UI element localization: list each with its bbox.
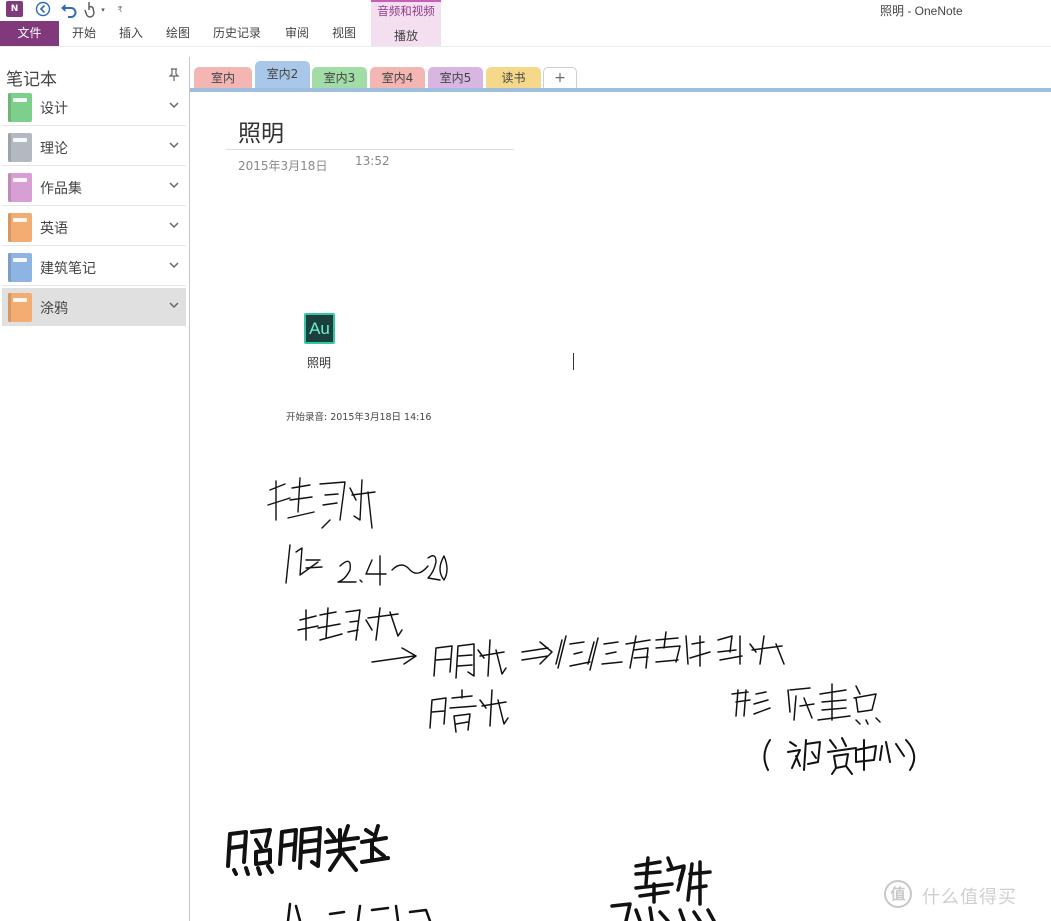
chevron-down-icon[interactable] [169, 301, 179, 309]
ink-stroke-group-8 [763, 737, 916, 775]
chevron-down-icon[interactable] [169, 221, 179, 229]
tab-home[interactable]: 开始 [72, 21, 96, 46]
page-color-band [190, 88, 1051, 92]
pin-icon[interactable] [168, 67, 180, 81]
notebook-item-theory[interactable]: 理论 [2, 128, 186, 166]
notebook-label: 英语 [40, 221, 68, 237]
chevron-down-icon[interactable] [169, 101, 179, 109]
watermark: 值 什么值得买 [884, 878, 1044, 912]
title-underline [226, 149, 514, 150]
tab-file[interactable]: 文件 [0, 21, 59, 46]
ink-stroke-group-11 [286, 902, 432, 921]
notebook-label: 作品集 [40, 181, 82, 197]
tab-play[interactable]: 播放 [371, 27, 441, 44]
notebook-icon [8, 173, 32, 202]
notebook-item-english[interactable]: 英语 [2, 208, 186, 246]
page-title[interactable]: 照明 [238, 114, 284, 148]
ribbon-tabs: 文件 开始 插入 绘图 历史记录 审阅 视图 [0, 21, 371, 46]
notebook-icon [8, 213, 32, 242]
notebook-item-doodle[interactable]: 涂鸦 [2, 288, 186, 326]
ink-stroke-group-6 [429, 689, 509, 733]
touch-dropdown-icon[interactable]: ▾ [99, 1, 107, 18]
ink-stroke-group-7 [731, 683, 881, 725]
audio-file-icon[interactable]: Au [304, 313, 335, 344]
chevron-down-icon[interactable] [169, 261, 179, 269]
recording-start-label: 开始录音: 2015年3月18日 14:16 [286, 412, 432, 423]
notebook-icon [8, 133, 32, 162]
chevron-down-icon[interactable] [169, 141, 179, 149]
ink-stroke-group-9 [226, 824, 390, 876]
notebook-label: 建筑笔记 [40, 261, 96, 277]
ribbon-divider [0, 46, 1051, 47]
add-section-button[interactable]: + [543, 67, 577, 89]
notebook-label: 涂鸦 [40, 301, 68, 317]
notebook-icon [8, 253, 32, 282]
notebook-item-design[interactable]: 设计 [2, 88, 186, 126]
ink-stroke-group-10 [610, 856, 716, 921]
customize-toolbar-icon[interactable]: ₹ [116, 1, 124, 18]
section-tab-interior2[interactable]: 室内2 [255, 61, 310, 90]
tab-insert[interactable]: 插入 [119, 21, 143, 46]
ink-stroke-group-1 [267, 477, 376, 529]
notebook-item-portfolio[interactable]: 作品集 [2, 168, 186, 206]
undo-icon[interactable] [60, 1, 78, 18]
ink-stroke-group-4 [371, 639, 507, 679]
page-time: 13:52 [355, 154, 390, 168]
title-bar: N ▾ ₹ 照明 - OneNote [0, 0, 1051, 21]
ink-stroke-group-3 [297, 607, 403, 641]
section-tab-interior5[interactable]: 室内5 [428, 67, 483, 89]
watermark-text: 什么值得买 [922, 887, 1017, 908]
notebook-icon [8, 93, 32, 122]
ink-stroke-group-5 [521, 631, 785, 671]
section-tab-interior[interactable]: 室内 [194, 67, 252, 89]
tab-draw[interactable]: 绘图 [166, 21, 190, 46]
text-cursor [573, 353, 574, 370]
page-date: 2015年3月18日 [238, 159, 328, 173]
contextual-group-label: 音频和视频 [377, 4, 435, 18]
notebook-item-architecture[interactable]: 建筑笔记 [2, 248, 186, 286]
tab-review[interactable]: 审阅 [285, 21, 309, 46]
notebook-pane-header[interactable]: 笔记本 [6, 65, 57, 90]
section-tab-reading[interactable]: 读书 [486, 67, 541, 89]
section-tab-interior3[interactable]: 室内3 [312, 67, 367, 89]
window-title: 照明 - OneNote [880, 4, 963, 18]
ink-stroke-group-2 [285, 544, 448, 586]
section-tab-interior4[interactable]: 室内4 [370, 67, 425, 89]
tab-view[interactable]: 视图 [332, 21, 356, 46]
back-icon[interactable] [35, 1, 51, 17]
notebook-label: 设计 [40, 101, 68, 117]
notebook-pane: 笔记本 设计 理论 作品集 英语 建筑笔记 涂鸦 [0, 57, 190, 921]
chevron-down-icon[interactable] [169, 181, 179, 189]
onenote-logo-icon: N [6, 1, 23, 17]
notebook-label: 理论 [40, 141, 68, 157]
touch-mode-icon[interactable] [84, 1, 98, 18]
tab-history[interactable]: 历史记录 [213, 21, 261, 46]
watermark-logo-icon: 值 [884, 880, 912, 908]
audio-file-name[interactable]: 照明 [307, 354, 331, 371]
notebook-icon [8, 293, 32, 322]
audio-video-context-tab: 音频和视频 播放 [371, 0, 441, 46]
